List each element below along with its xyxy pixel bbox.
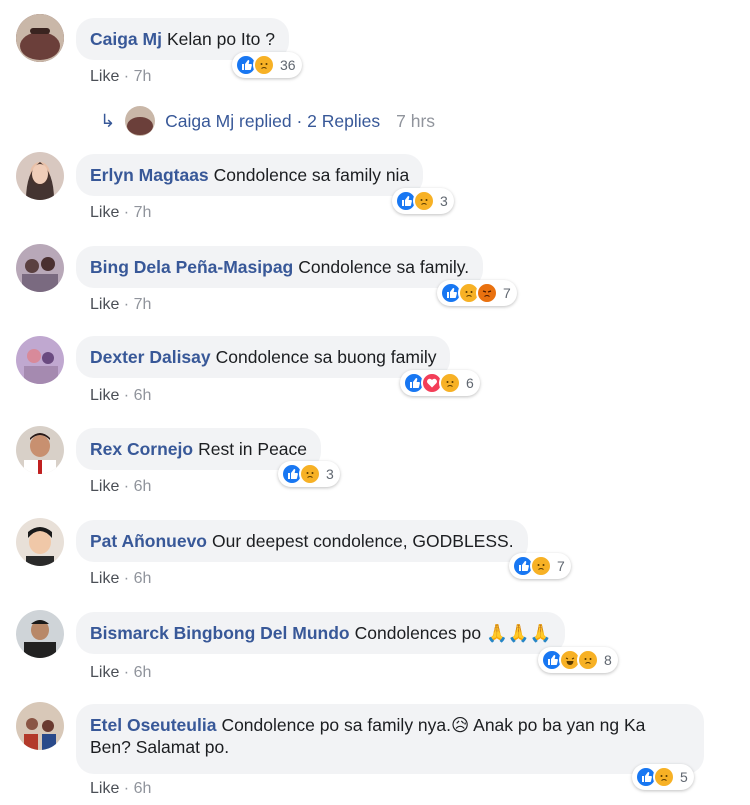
comment-meta: Like · 7h [90, 296, 152, 313]
avatar[interactable] [16, 244, 64, 292]
angry-reaction-icon [476, 282, 498, 304]
reply-author[interactable]: Caiga Mj [165, 111, 234, 132]
comment-time[interactable]: 7h [134, 204, 152, 221]
comment-meta: Like · 7h [90, 68, 152, 85]
avatar[interactable] [16, 336, 64, 384]
comment-time[interactable]: 7h [134, 68, 152, 85]
comment-meta: Like · 6h [90, 570, 152, 587]
comment-bubble: Erlyn Magtaas Condolence sa family nia [76, 154, 424, 196]
reply-count[interactable]: 2 Replies [307, 111, 380, 132]
comment-author[interactable]: Bing Dela Peña-Masipag [90, 257, 293, 277]
reaction-count: 3 [440, 193, 448, 209]
reaction-summary[interactable]: 6 [400, 370, 480, 396]
comment-author[interactable]: Etel Oseuteulia [90, 715, 216, 735]
comment-text: Condolences po 🙏🙏🙏 [354, 623, 552, 643]
comment-meta: Like · 6h [90, 780, 152, 797]
avatar[interactable] [16, 610, 64, 658]
reaction-count: 7 [557, 558, 565, 574]
like-link[interactable]: Like [90, 296, 119, 313]
comment-time[interactable]: 6h [134, 664, 152, 681]
reply-time: 7 hrs [396, 110, 436, 131]
comment-author[interactable]: Pat Añonuevo [90, 531, 207, 551]
comment-time[interactable]: 6h [134, 478, 152, 495]
comment-text: Condolence sa family nia [213, 165, 410, 185]
reply-arrow-icon: ↳ [100, 110, 116, 131]
like-link[interactable]: Like [90, 204, 119, 221]
comment-text: Our deepest condolence, GODBLESS. [212, 531, 514, 551]
sad-reaction-icon [439, 372, 461, 394]
avatar[interactable] [16, 518, 64, 566]
comment-bubble: Bismarck Bingbong Del Mundo Condolences p… [76, 612, 566, 654]
like-link[interactable]: Like [90, 387, 119, 404]
sad-reaction-icon [253, 54, 275, 76]
reaction-summary[interactable]: 7 [437, 280, 517, 306]
comment-bubble: Pat Añonuevo Our deepest condolence, GODB… [76, 520, 528, 562]
comment-author[interactable]: Caiga Mj [90, 29, 162, 49]
comment-bubble: Dexter Dalisay Condolence sa buong family [76, 336, 451, 378]
comment-author[interactable]: Bismarck Bingbong Del Mundo [90, 623, 350, 643]
like-link[interactable]: Like [90, 780, 119, 797]
comment-text: Condolence sa buong family [215, 347, 437, 367]
like-link[interactable]: Like [90, 68, 119, 85]
comment-time[interactable]: 6h [134, 780, 152, 797]
comment-meta: Like · 6h [90, 387, 152, 404]
sad-reaction-icon [530, 555, 552, 577]
comment-meta: Like · 6h [90, 664, 152, 681]
reaction-count: 7 [503, 285, 511, 301]
avatar [125, 106, 156, 136]
reaction-count: 3 [326, 466, 334, 482]
comment-bubble: Bing Dela Peña-Masipag Condolence sa fami… [76, 246, 484, 288]
reaction-summary[interactable]: 8 [538, 647, 618, 673]
reaction-count: 36 [280, 57, 296, 73]
comment-text: Kelan po Ito ? [166, 29, 275, 49]
reaction-count: 8 [604, 652, 612, 668]
reaction-summary[interactable]: 7 [509, 553, 571, 579]
comment-author[interactable]: Erlyn Magtaas [90, 165, 209, 185]
comment-meta: Like · 6h [90, 478, 152, 495]
avatar[interactable] [16, 702, 64, 750]
comment-time[interactable]: 7h [134, 296, 152, 313]
view-replies-link[interactable]: ↳ Caiga Mj replied · 2 Replies 7 hrs [100, 106, 435, 136]
reply-action: replied [239, 110, 292, 131]
avatar[interactable] [16, 152, 64, 200]
like-link[interactable]: Like [90, 570, 119, 587]
sad-reaction-icon [577, 649, 599, 671]
comment-time[interactable]: 6h [134, 387, 152, 404]
sad-reaction-icon [413, 190, 435, 212]
comment-text: Condolence sa family. [298, 257, 470, 277]
comment-author[interactable]: Dexter Dalisay [90, 347, 211, 367]
like-link[interactable]: Like [90, 478, 119, 495]
comment-bubble: Etel Oseuteulia Condolence po sa family n… [76, 704, 704, 774]
comment-time[interactable]: 6h [134, 570, 152, 587]
reaction-summary[interactable]: 5 [632, 764, 694, 790]
comment-text: Rest in Peace [198, 439, 308, 459]
reaction-summary[interactable]: 36 [232, 52, 302, 78]
reaction-count: 6 [466, 375, 474, 391]
comment-meta: Like · 7h [90, 204, 152, 221]
avatar[interactable] [16, 14, 64, 62]
reaction-summary[interactable]: 3 [392, 188, 454, 214]
comment-author[interactable]: Rex Cornejo [90, 439, 193, 459]
sad-reaction-icon [653, 766, 675, 788]
reaction-summary[interactable]: 3 [278, 461, 340, 487]
reply-separator: · [296, 110, 303, 131]
sad-reaction-icon [299, 463, 321, 485]
like-link[interactable]: Like [90, 664, 119, 681]
reaction-count: 5 [680, 769, 688, 785]
avatar[interactable] [16, 426, 64, 474]
